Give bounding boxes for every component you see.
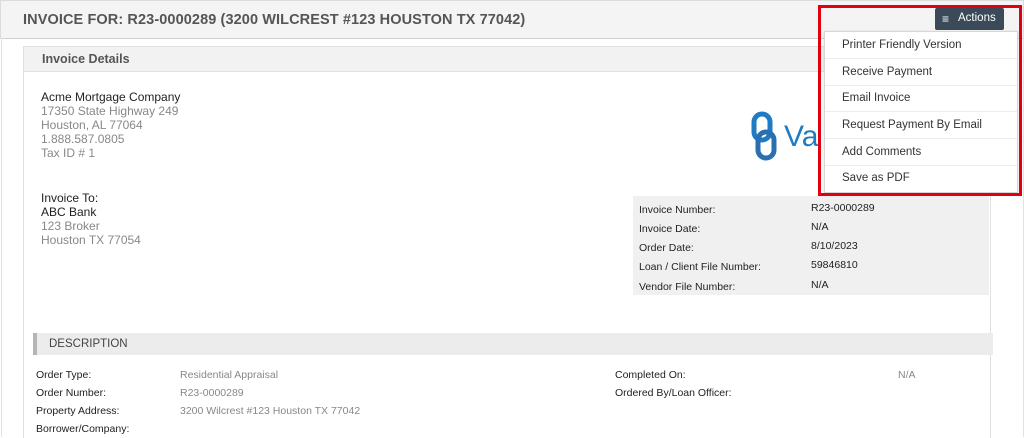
ordered-by-label: Ordered By/Loan Officer: <box>615 387 732 399</box>
info-value: 59846810 <box>811 259 858 271</box>
menu-item-printer-friendly[interactable]: Printer Friendly Version <box>825 32 1017 59</box>
menu-item-label: Add Comments <box>842 146 922 158</box>
info-row-vendor-file-number: Vendor File Number: N/A <box>633 275 989 294</box>
menu-item-label: Save as PDF <box>842 172 910 184</box>
order-type-label: Order Type: <box>36 369 92 381</box>
property-address-value: 3200 Wilcrest #123 Houston TX 77042 <box>180 405 361 417</box>
menu-item-add-comments[interactable]: Add Comments <box>825 139 1017 166</box>
page-title: INVOICE FOR: R23-0000289 (3200 WILCREST … <box>23 12 526 28</box>
completed-on-value: N/A <box>898 369 916 381</box>
company-info: Acme Mortgage Company 17350 State Highwa… <box>41 90 180 160</box>
info-row-invoice-date: Invoice Date: N/A <box>633 217 989 236</box>
menu-item-receive-payment[interactable]: Receive Payment <box>825 59 1017 86</box>
company-name: Acme Mortgage Company <box>41 90 181 104</box>
info-key: Invoice Number: <box>639 204 716 216</box>
info-key: Order Date: <box>639 242 694 254</box>
company-tax-id: Tax ID # 1 <box>41 146 96 160</box>
borrower-company-label: Borrower/Company: <box>36 423 130 435</box>
menu-item-save-pdf[interactable]: Save as PDF <box>825 165 1017 191</box>
info-value: R23-0000289 <box>811 202 875 214</box>
actions-button-label: Actions <box>958 12 996 24</box>
info-row-loan-file-number: Loan / Client File Number: 59846810 <box>633 255 989 274</box>
company-address-1: 17350 State Highway 249 <box>41 104 179 118</box>
actions-button[interactable]: ≡ Actions <box>935 8 1004 30</box>
info-row-invoice-number: Invoice Number: R23-0000289 <box>633 198 989 217</box>
menu-item-label: Request Payment By Email <box>842 119 982 131</box>
property-address-label: Property Address: <box>36 405 120 417</box>
menu-icon: ≡ <box>942 12 950 26</box>
info-key: Loan / Client File Number: <box>639 261 761 273</box>
info-row-order-date: Order Date: 8/10/2023 <box>633 236 989 255</box>
invoice-info-table: Invoice Number: R23-0000289 Invoice Date… <box>633 196 989 295</box>
description-header: DESCRIPTION <box>33 333 993 355</box>
company-address-2: Houston, AL 77064 <box>41 118 143 132</box>
invoice-details-title: Invoice Details <box>42 52 130 66</box>
menu-item-label: Receive Payment <box>842 66 933 78</box>
menu-item-label: Email Invoice <box>842 92 911 104</box>
actions-dropdown: Printer Friendly Version Receive Payment… <box>824 31 1018 193</box>
order-number-value: R23-0000289 <box>180 387 244 399</box>
invoice-to-address-1: 123 Broker <box>41 219 100 233</box>
invoice-to-name: ABC Bank <box>41 205 97 219</box>
description-title: DESCRIPTION <box>49 338 128 350</box>
order-type-value: Residential Appraisal <box>180 369 279 381</box>
logo-text: Va <box>784 120 819 153</box>
info-value: N/A <box>811 221 829 233</box>
chain-link-icon <box>751 111 777 161</box>
info-value: N/A <box>811 279 829 291</box>
company-phone: 1.888.587.0805 <box>41 132 125 146</box>
menu-item-request-payment-email[interactable]: Request Payment By Email <box>825 112 1017 139</box>
menu-item-email-invoice[interactable]: Email Invoice <box>825 85 1017 112</box>
info-key: Invoice Date: <box>639 223 701 235</box>
order-number-label: Order Number: <box>36 387 107 399</box>
completed-on-label: Completed On: <box>615 369 686 381</box>
invoice-to-info: Invoice To: ABC Bank 123 Broker Houston … <box>41 191 141 247</box>
company-logo: Va <box>751 111 819 161</box>
invoice-to-address-2: Houston TX 77054 <box>41 233 141 247</box>
menu-item-label: Printer Friendly Version <box>842 39 962 51</box>
info-key: Vendor File Number: <box>639 281 736 293</box>
invoice-to-label: Invoice To: <box>41 191 99 205</box>
info-value: 8/10/2023 <box>811 240 858 252</box>
